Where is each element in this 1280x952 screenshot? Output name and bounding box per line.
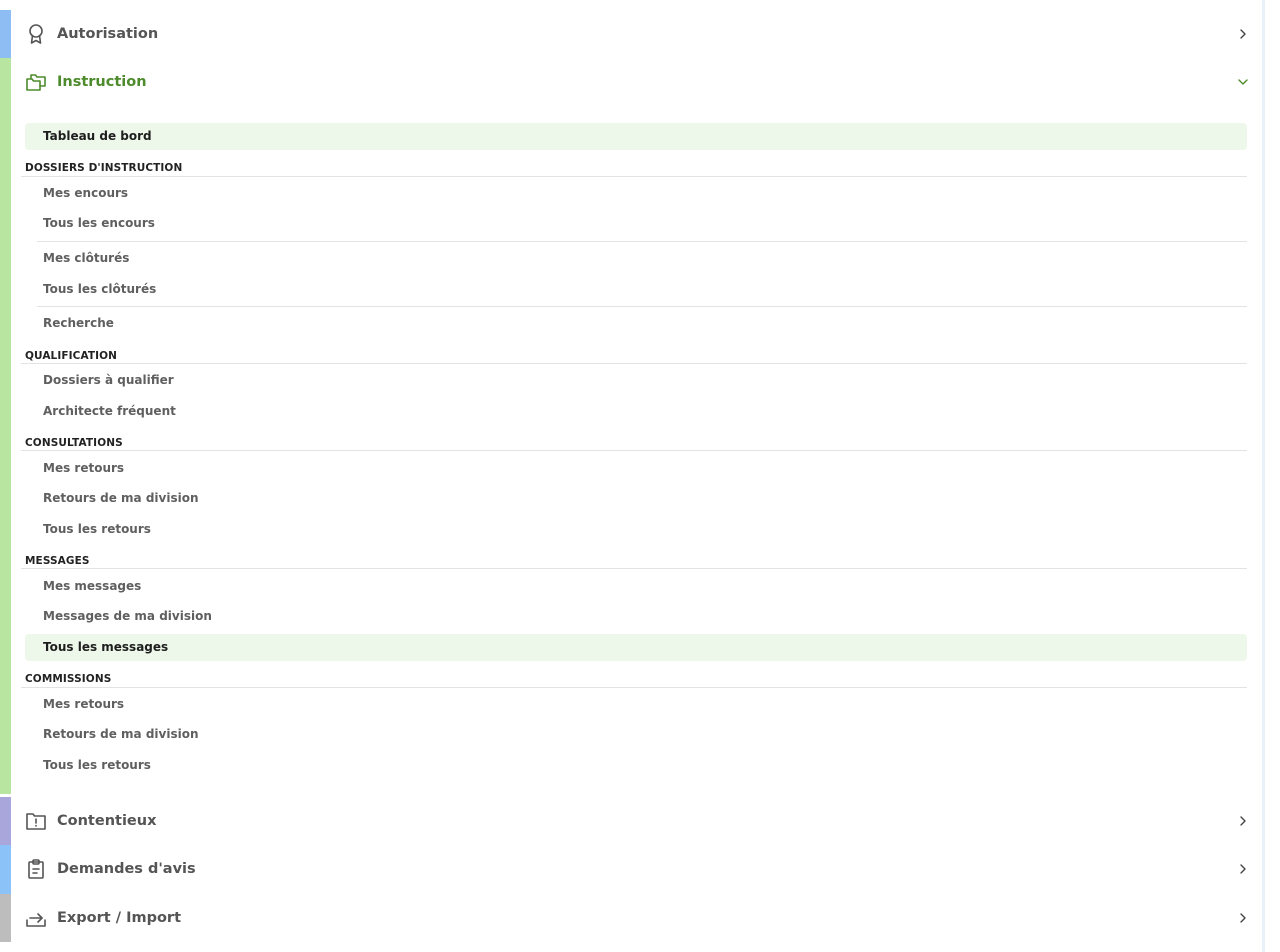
clipboard-icon bbox=[25, 858, 47, 880]
chevron-right-icon bbox=[1237, 815, 1249, 827]
chevron-right-icon bbox=[1237, 863, 1249, 875]
menu-item-dossiers-a-qualifier[interactable]: Dossiers à qualifier bbox=[25, 367, 1247, 394]
award-icon bbox=[25, 23, 47, 45]
export-import-strip bbox=[0, 894, 11, 942]
menu-item-mes-messages[interactable]: Mes messages bbox=[25, 573, 1247, 600]
divider bbox=[21, 687, 1247, 688]
section-demandes-avis[interactable]: Demandes d'avis bbox=[11, 845, 1262, 893]
chevron-right-icon bbox=[1237, 912, 1249, 924]
menu-item-consult-mes-retours[interactable]: Mes retours bbox=[25, 455, 1247, 482]
menu-item-tableau-de-bord[interactable]: Tableau de bord bbox=[25, 123, 1247, 150]
section-contentieux[interactable]: Contentieux bbox=[11, 797, 1262, 845]
divider bbox=[37, 306, 1247, 307]
demandes-avis-strip bbox=[0, 845, 11, 894]
menu-item-architecte-frequent[interactable]: Architecte fréquent bbox=[25, 398, 1247, 425]
folders-icon bbox=[25, 71, 47, 93]
instruction-strip bbox=[0, 58, 11, 794]
chevron-down-icon bbox=[1237, 76, 1249, 88]
section-title: Instruction bbox=[57, 74, 147, 90]
menu-item-tous-encours[interactable]: Tous les encours bbox=[25, 210, 1247, 237]
menu-item-tous-clotures[interactable]: Tous les clôturés bbox=[25, 276, 1247, 303]
menu-item-messages-division[interactable]: Messages de ma division bbox=[25, 603, 1247, 630]
divider bbox=[21, 450, 1247, 451]
category-consultations: CONSULTATIONS bbox=[25, 437, 123, 449]
menu-item-consult-tous-retours[interactable]: Tous les retours bbox=[25, 516, 1247, 543]
divider bbox=[21, 363, 1247, 364]
category-qualification: QUALIFICATION bbox=[25, 350, 118, 362]
section-instruction[interactable]: Instruction bbox=[11, 58, 1262, 106]
section-export-import[interactable]: Export / Import bbox=[11, 894, 1262, 942]
divider bbox=[21, 568, 1247, 569]
menu-item-comm-tous-retours[interactable]: Tous les retours bbox=[25, 752, 1247, 779]
menu-item-comm-retours-division[interactable]: Retours de ma division bbox=[25, 721, 1247, 748]
autorisation-strip bbox=[0, 10, 11, 58]
menu-item-tous-messages[interactable]: Tous les messages bbox=[25, 634, 1247, 661]
contentieux-strip bbox=[0, 797, 11, 845]
section-title: Autorisation bbox=[57, 26, 159, 42]
menu-item-mes-encours[interactable]: Mes encours bbox=[25, 180, 1247, 207]
menu-item-mes-clotures[interactable]: Mes clôturés bbox=[25, 245, 1247, 272]
divider bbox=[37, 241, 1247, 242]
menu-item-recherche[interactable]: Recherche bbox=[25, 310, 1247, 337]
category-dossiers-instruction: DOSSIERS D'INSTRUCTION bbox=[25, 162, 183, 174]
menu-item-comm-mes-retours[interactable]: Mes retours bbox=[25, 691, 1247, 718]
category-messages: MESSAGES bbox=[25, 555, 90, 567]
sidebar-menu: Autorisation Instruction Tableau de bord… bbox=[0, 0, 1280, 952]
menu-item-consult-retours-division[interactable]: Retours de ma division bbox=[25, 485, 1247, 512]
folder-alert-icon bbox=[25, 810, 47, 832]
category-commissions: COMMISSIONS bbox=[25, 673, 112, 685]
divider bbox=[21, 176, 1247, 177]
section-autorisation[interactable]: Autorisation bbox=[11, 10, 1262, 58]
section-title: Export / Import bbox=[57, 910, 182, 926]
section-title: Contentieux bbox=[57, 813, 157, 829]
export-icon bbox=[25, 907, 47, 929]
section-title: Demandes d'avis bbox=[57, 861, 196, 877]
chevron-right-icon bbox=[1237, 28, 1249, 40]
scroll-edge bbox=[1262, 0, 1265, 952]
